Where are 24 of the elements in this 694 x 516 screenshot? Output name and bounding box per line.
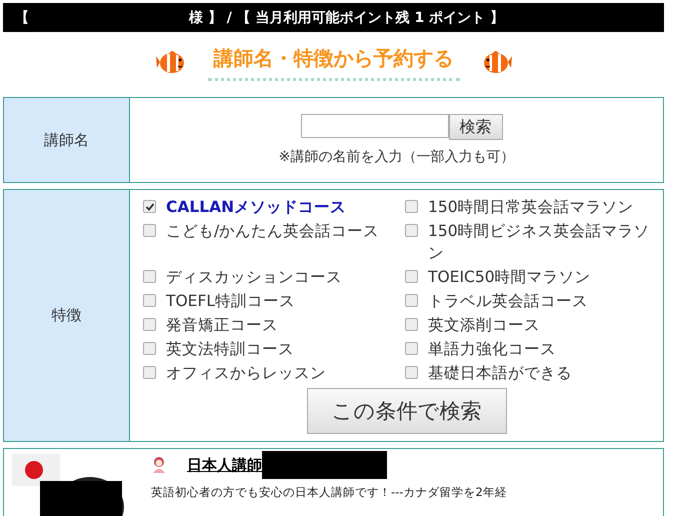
option-label: 基礎日本語ができる bbox=[428, 363, 572, 384]
feature-label: 特徴 bbox=[4, 190, 130, 442]
search-button[interactable]: 検索 bbox=[448, 114, 502, 140]
option-label: 英文法特訓コース bbox=[166, 339, 294, 360]
option-label: TOEIC50時間マラソン bbox=[428, 267, 591, 288]
page-title: 講師名・特徴から予約する bbox=[208, 43, 460, 81]
option-label: 150時間ビジネス英会話マラソン bbox=[428, 221, 651, 264]
hint-text: ※講師の名前を入力（一部入力も可） bbox=[278, 148, 514, 166]
option-label: トラベル英会話コース bbox=[428, 291, 588, 312]
option-label: CALLANメソッドコース bbox=[166, 197, 346, 218]
bracket-text: 【 bbox=[15, 8, 29, 26]
option-label: こども/かんたん英会話コース bbox=[166, 221, 380, 242]
option-label: 発音矯正コース bbox=[166, 315, 278, 336]
points-text: 様 】 / 【 当月利用可能ポイント残 1 ポイント 】 bbox=[189, 8, 504, 26]
option-label: 150時間日常英会話マラソン bbox=[428, 197, 634, 218]
option-label: 英文添削コース bbox=[428, 315, 540, 336]
search-button[interactable]: この条件で検索 bbox=[306, 388, 506, 434]
teacher-name-link[interactable]: 日本人講師 bbox=[187, 456, 262, 474]
name-label: 講師名 bbox=[4, 98, 130, 182]
teacher-description: 英語初心者の方でも安心の日本人講師です！---カナダ留学を2年経 bbox=[151, 485, 507, 500]
option-label: ディスカッションコース bbox=[166, 267, 342, 288]
option-label: TOEFL特訓コース bbox=[166, 291, 296, 312]
option-label: 単語力強化コース bbox=[428, 339, 556, 360]
option-label: オフィスからレッスン bbox=[166, 363, 326, 384]
